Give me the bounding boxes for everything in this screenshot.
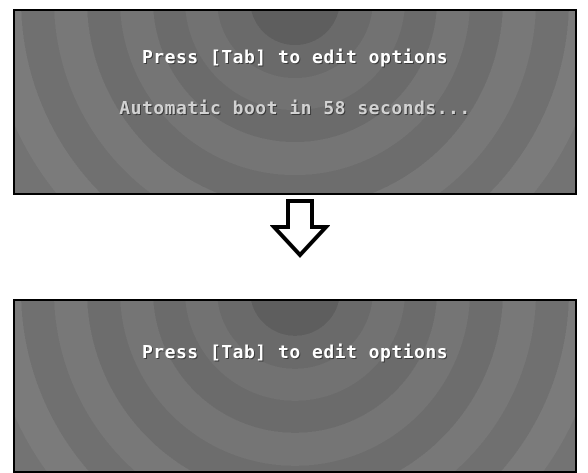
boot-countdown-text: Automatic boot in 58 seconds... [119,98,471,119]
down-arrow-icon [270,199,330,258]
boot-screen-before: Press [Tab] to edit options Automatic bo… [13,9,577,195]
boot-screen-after: Press [Tab] to edit options [13,299,577,473]
tab-prompt-text: Press [Tab] to edit options [141,47,449,68]
tab-prompt-text: Press [Tab] to edit options [141,342,449,363]
